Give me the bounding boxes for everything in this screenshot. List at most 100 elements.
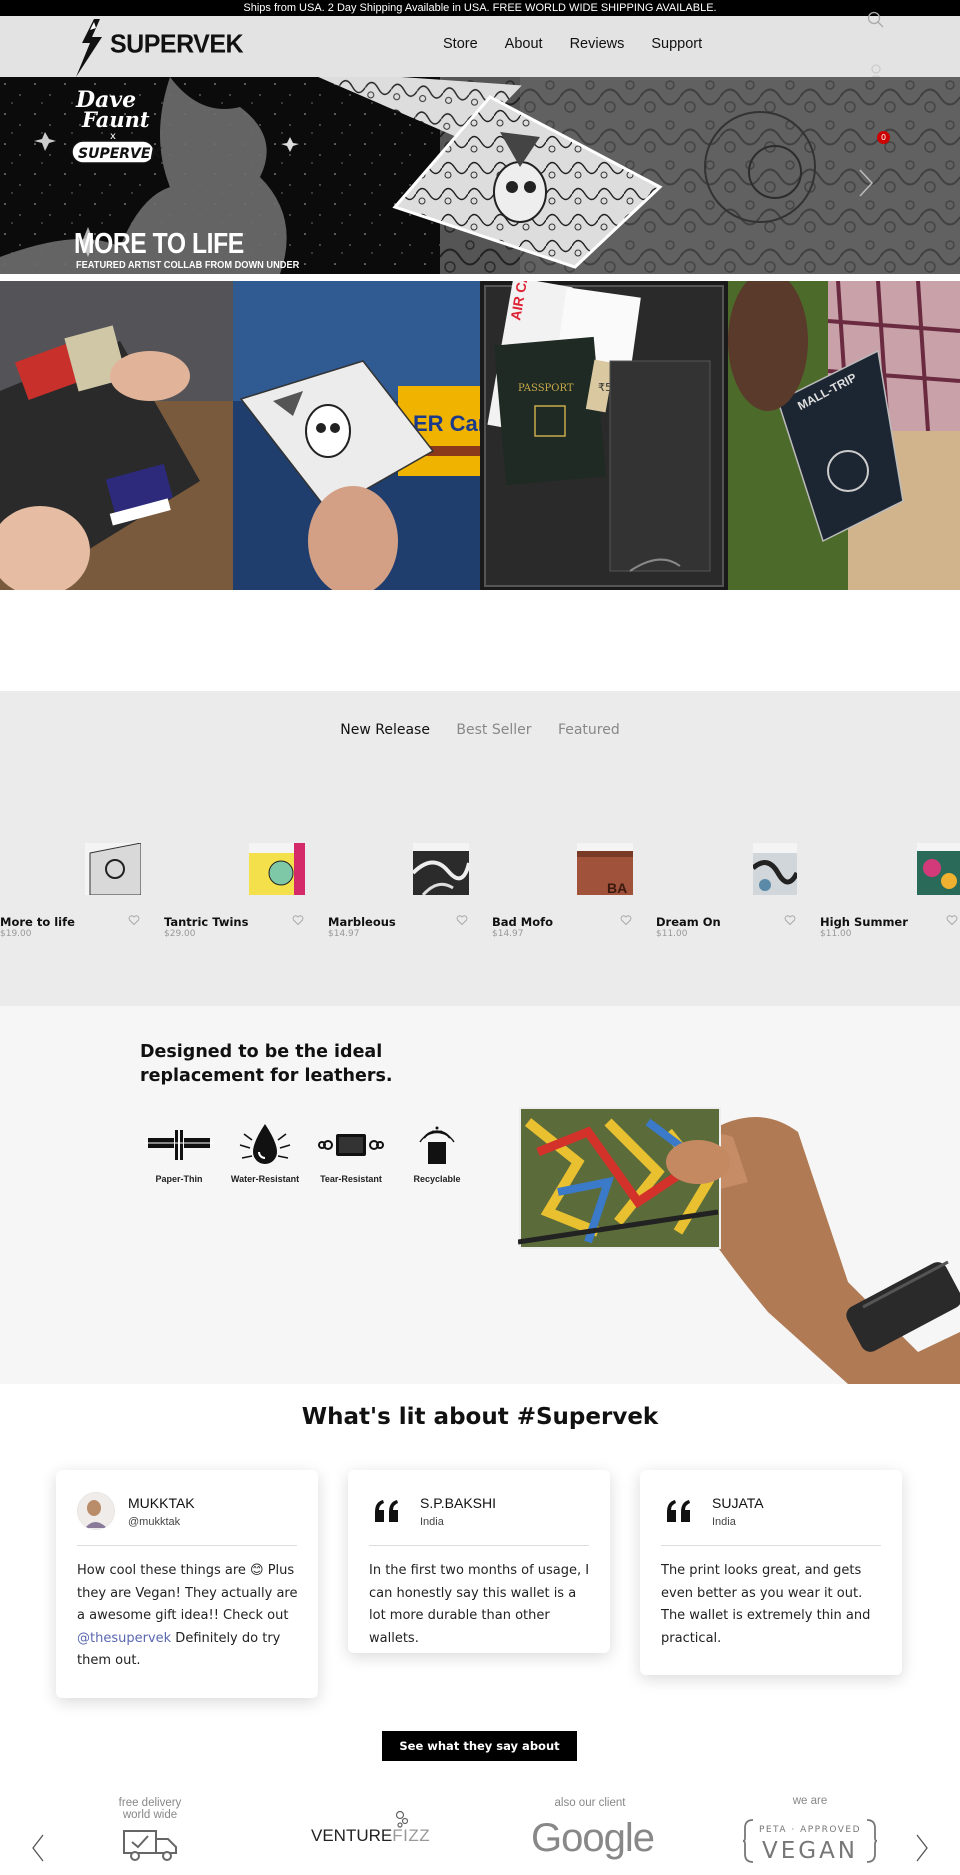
paper-thin-icon xyxy=(144,1130,214,1160)
svg-text:PETA · APPROVED: PETA · APPROVED xyxy=(759,1825,861,1835)
heart-icon[interactable] xyxy=(784,914,796,926)
nav-about[interactable]: About xyxy=(505,36,543,52)
features-title: Designed to be the ideal replacement for… xyxy=(140,1042,393,1086)
site-header: SUPERVEK Store About Reviews Support xyxy=(0,16,960,77)
hero-title: MORE TO LIFE xyxy=(74,228,244,260)
testimonial-card: SUJATA India The print looks great, and … xyxy=(640,1470,902,1675)
product-card[interactable]: Tantric Twins $29.00 xyxy=(164,843,328,943)
reviewer-location: India xyxy=(420,1516,444,1528)
chevron-right-icon[interactable] xyxy=(856,167,876,199)
wallet-photo-2[interactable]: ER Card xyxy=(233,281,480,590)
vegan-caption: we are xyxy=(792,1795,828,1807)
svg-text:SUPERVEK: SUPERVEK xyxy=(78,146,162,162)
quote-icon xyxy=(375,1500,398,1522)
wallet-in-hand-image xyxy=(518,1107,960,1384)
nav-support[interactable]: Support xyxy=(651,36,702,52)
hero-subtitle: FEATURED ARTIST COLLAB FROM DOWN UNDER xyxy=(76,259,300,271)
svg-text:BA: BA xyxy=(607,880,627,895)
product-card[interactable]: BA Bad Mofo $14.97 xyxy=(492,843,656,943)
svg-text:VEGAN: VEGAN xyxy=(762,1838,858,1864)
client-caption: also our client xyxy=(554,1797,626,1809)
product-tabs: New Release Best Seller Featured xyxy=(0,722,960,738)
tab-featured[interactable]: Featured xyxy=(558,722,620,738)
feature-water-resistant: Water-Resistant xyxy=(222,1120,308,1184)
product-card[interactable]: High Summer $11.00 xyxy=(820,843,960,943)
heart-icon[interactable] xyxy=(620,914,632,926)
svg-text:ER Card: ER Card xyxy=(413,411,480,436)
svg-text:PASSPORT: PASSPORT xyxy=(518,383,574,394)
review-text: How cool these things are 😊 Plus they ar… xyxy=(77,1563,298,1668)
delivery-caption: free delivery world wide xyxy=(118,1797,182,1821)
wallet-photo-4[interactable]: MALL-TRIP xyxy=(728,281,960,590)
search-icon[interactable] xyxy=(866,10,886,30)
tab-new-release[interactable]: New Release xyxy=(340,722,430,738)
heart-icon[interactable] xyxy=(946,914,958,926)
heart-icon[interactable] xyxy=(456,914,468,926)
avatar xyxy=(77,1492,115,1530)
product-name[interactable]: Tantric Twins xyxy=(164,915,248,929)
quote-icon xyxy=(667,1500,690,1522)
product-price: $11.00 xyxy=(656,929,688,939)
testimonials-title: What's lit about #Supervek xyxy=(301,1404,659,1430)
product-section: New Release Best Seller Featured More to… xyxy=(0,691,960,1006)
announcement-bar: Ships from USA. 2 Day Shipping Available… xyxy=(0,0,960,16)
nav-store[interactable]: Store xyxy=(443,36,478,52)
lightning-bolt-icon xyxy=(76,19,102,77)
product-price: $29.00 xyxy=(164,929,196,939)
review-text: In the first two months of usage, I can … xyxy=(369,1563,590,1646)
hero-banner[interactable]: Dave Faunt x SUPERVEK MORE TO LIFE FEATU… xyxy=(0,77,960,274)
recyclable-icon xyxy=(419,1126,455,1164)
product-name[interactable]: Bad Mofo xyxy=(492,915,553,929)
tab-best-seller[interactable]: Best Seller xyxy=(456,722,531,738)
product-image[interactable] xyxy=(249,843,305,895)
water-drop-icon xyxy=(239,1124,291,1164)
product-name[interactable]: More to life xyxy=(0,915,75,929)
feature-tear-resistant: Tear-Resistant xyxy=(308,1120,394,1184)
product-name[interactable]: High Summer xyxy=(820,915,908,929)
delivery-truck-icon xyxy=(123,1830,177,1861)
brand-logo[interactable]: SUPERVEK xyxy=(76,19,244,77)
product-card[interactable]: Marbleous $14.97 xyxy=(328,843,492,943)
lifestyle-photo-strip: ER Card AIR CAN PASSPORT ₹500 xyxy=(0,281,960,590)
reviewer-name: SUJATA xyxy=(712,1495,764,1511)
brand-name: SUPERVEK xyxy=(110,28,244,59)
review-text: The print looks great, and gets even bet… xyxy=(661,1563,871,1646)
reviewer-handle: @mukktak xyxy=(128,1516,181,1528)
tear-resistant-icon xyxy=(318,1134,384,1156)
wallet-photo-1[interactable] xyxy=(0,281,233,590)
reviewer-name: S.P.BAKSHI xyxy=(420,1495,497,1511)
product-name[interactable]: Marbleous xyxy=(328,915,396,929)
cart-count-badge[interactable]: 0 xyxy=(877,131,890,144)
product-price: $14.97 xyxy=(328,929,360,939)
testimonial-card: S.P.BAKSHI India In the first two months… xyxy=(348,1470,610,1653)
product-card[interactable]: Dream On $11.00 xyxy=(656,843,820,943)
chevron-left-icon[interactable] xyxy=(30,1833,46,1863)
product-image[interactable]: BA xyxy=(577,843,633,895)
product-image[interactable] xyxy=(917,843,960,895)
collab-badge: Dave Faunt x SUPERVEK xyxy=(71,87,162,164)
main-nav: Store About Reviews Support xyxy=(443,36,729,52)
heart-icon[interactable] xyxy=(292,914,304,926)
venturefizz-logo: VENTUREFIZZ xyxy=(311,1826,431,1845)
product-price: $11.00 xyxy=(820,929,852,939)
wallet-photo-3[interactable]: AIR CAN PASSPORT ₹500 xyxy=(480,281,728,590)
svg-text:Faunt: Faunt xyxy=(81,107,150,132)
feature-recyclable: Recyclable xyxy=(394,1120,480,1184)
feature-paper-thin: Paper-Thin xyxy=(136,1120,222,1184)
reviewer-name: MUKKTAK xyxy=(128,1495,195,1511)
heart-icon[interactable] xyxy=(128,914,140,926)
product-price: $14.97 xyxy=(492,929,524,939)
instagram-mention-link[interactable]: @thesupervek xyxy=(77,1631,171,1646)
product-image[interactable] xyxy=(413,843,469,895)
google-logo: Google xyxy=(531,1816,655,1860)
reviewer-location: India xyxy=(712,1516,736,1528)
product-image[interactable] xyxy=(753,843,797,895)
chevron-right-icon[interactable] xyxy=(914,1833,930,1863)
see-reviews-button[interactable]: See what they say about xyxy=(382,1731,577,1761)
product-name[interactable]: Dream On xyxy=(656,915,721,929)
testimonial-card: MUKKTAK @mukktak How cool these things a… xyxy=(56,1470,318,1698)
nav-reviews[interactable]: Reviews xyxy=(570,36,625,52)
product-image[interactable] xyxy=(85,843,141,895)
product-card[interactable]: More to life $19.00 xyxy=(0,843,164,943)
peta-vegan-logo: PETA · APPROVED VEGAN xyxy=(743,1819,877,1864)
